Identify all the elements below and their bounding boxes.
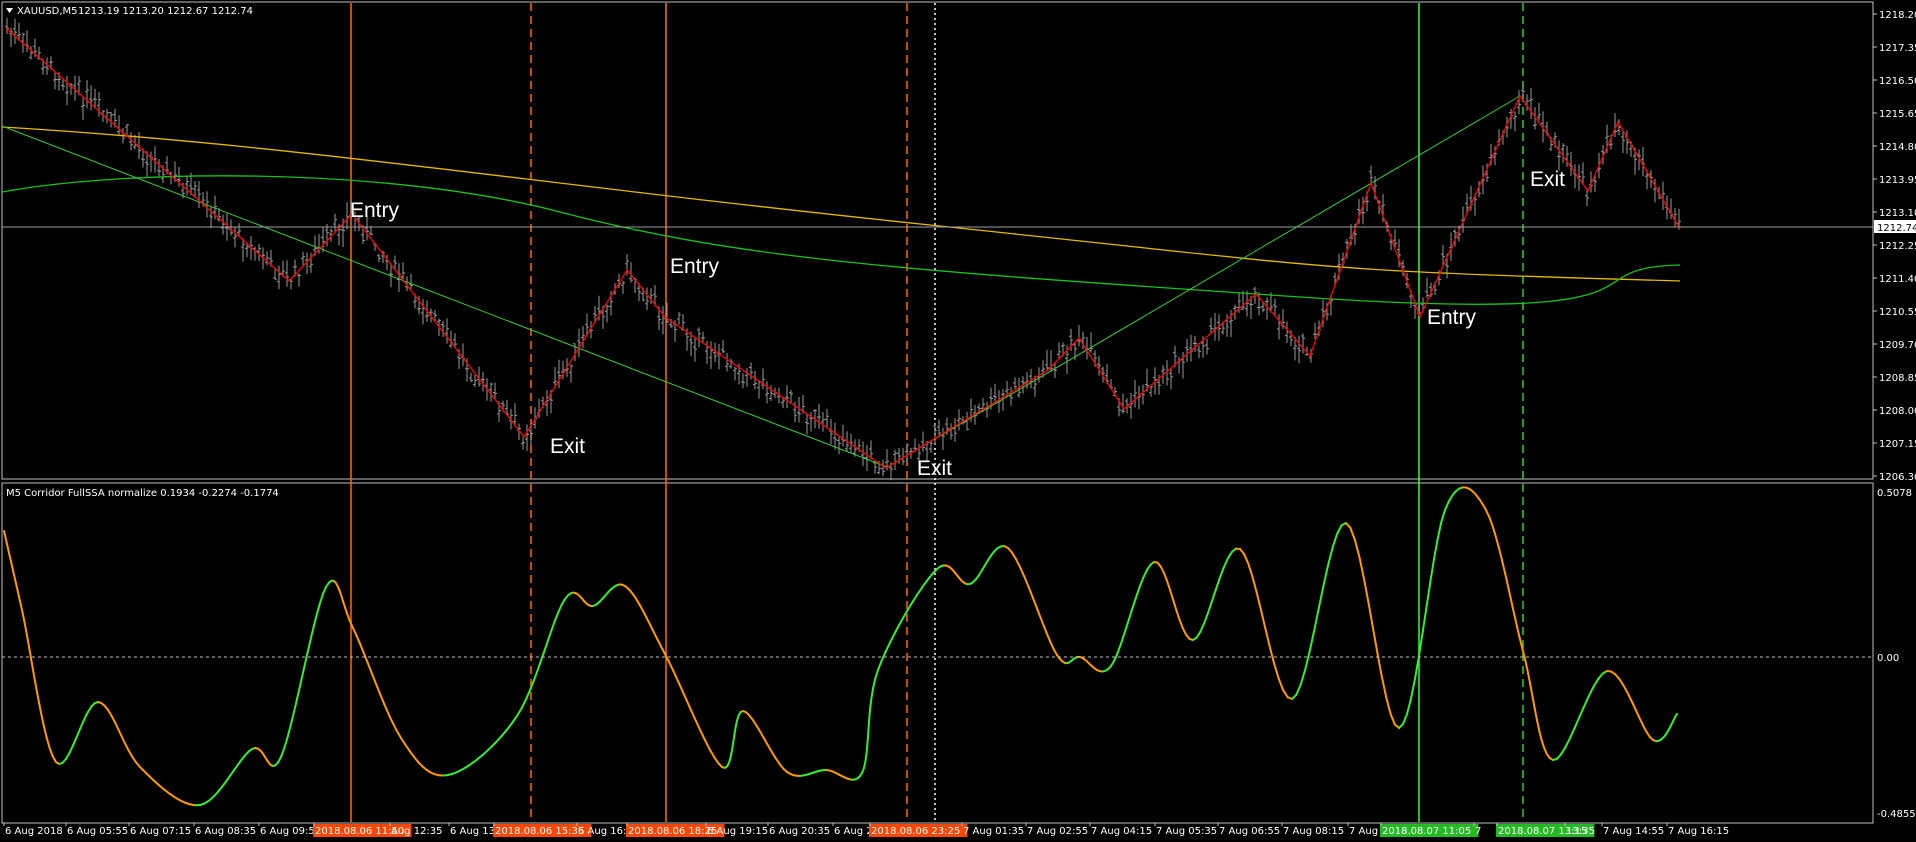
trading-chart[interactable]: XAUUSD,M5 1213.19 1213.20 1212.67 1212.7… [0, 0, 1916, 842]
indicator-axis-top: 0.5078 [1877, 488, 1912, 499]
price-tick-label: 1209.70 [1879, 340, 1916, 351]
price-tick-label: 1217.35 [1879, 43, 1916, 54]
price-tick-label: 1207.15 [1879, 439, 1916, 450]
price-axis: 1218.20 1217.35 1216.50 1215.65 1214.80 1213.… [1873, 10, 1916, 483]
time-marker-label: 2018.08.06 23:25 [871, 826, 960, 837]
symbol-label: XAUUSD,M5 [17, 6, 78, 17]
time-marker-label: 2018.08.07 11:05 [1382, 826, 1471, 837]
annotation-entry-3: Entry [1427, 306, 1477, 329]
oscillator-segment [866, 727, 870, 739]
time-tick-label: 6 Aug 05:55 [67, 826, 128, 837]
oscillator-segment [866, 736, 869, 748]
time-tick-label: 7 [1475, 826, 1481, 837]
oscillator-segment [733, 726, 737, 736]
price-tick-label: 1213.95 [1879, 175, 1916, 186]
oscillator-segment [868, 707, 872, 720]
time-tick-label: 6 Aug 07:15 [130, 826, 191, 837]
time-tick-label: 6 Aug 2018 [5, 826, 63, 837]
time-tick-label: Aug 12:35 [391, 826, 443, 837]
oscillator-segment [729, 748, 734, 758]
annotation-exit-3: Exit [1530, 168, 1565, 191]
price-tick-label: 1212.25 [1879, 241, 1916, 252]
time-tick-label: 7 Aug 16:15 [1668, 826, 1729, 837]
time-tick-label: 7 Aug 08:15 [1283, 826, 1344, 837]
time-tick-label: 7 Aug 04:15 [1091, 826, 1152, 837]
oscillator-segment [869, 697, 873, 710]
time-tick-label: 6 Aug 19:15 [707, 826, 768, 837]
oscillator-segment [867, 717, 871, 729]
time-tick-label: 6 Aug 20:35 [769, 826, 830, 837]
oscillator-segment [864, 753, 868, 763]
time-tick-label: 6 Aug 13: [450, 826, 498, 837]
ohlc-readout: 1213.19 1213.20 1212.67 1212.74 [78, 6, 253, 17]
price-tick-label: 1215.65 [1879, 109, 1916, 120]
price-tick-label: 1213.10 [1879, 208, 1916, 219]
price-tick-label: 1218.20 [1879, 10, 1916, 21]
price-tick-label: 1211.40 [1879, 274, 1916, 285]
indicator-title: M5 Corridor FullSSA normalize 0.1934 -0.… [6, 488, 279, 499]
oscillator-segment [732, 733, 736, 744]
time-tick-label: 13:35 [1566, 826, 1595, 837]
time-tick-label: 6 Aug 2 [834, 826, 873, 837]
time-tick-label: 7 Aug 14:55 [1603, 826, 1664, 837]
price-tick-label: 1208.00 [1879, 406, 1916, 417]
oscillator-segment [1674, 713, 1678, 717]
price-tick-label: 1216.50 [1879, 76, 1916, 87]
time-tick-label: 7 Aug 06:55 [1219, 826, 1280, 837]
time-tick-label: 6 Aug 09:55 [260, 826, 321, 837]
annotation-exit-1: Exit [550, 435, 585, 458]
indicator-axis-bottom: -0.4855 [1877, 809, 1916, 820]
time-marker-label: 2018.08.06 15:35 [495, 826, 584, 837]
time-marker-label: 2018.08.06 18:25 [628, 826, 717, 837]
annotation-entry-1: Entry [350, 199, 400, 222]
price-tick-label: 1214.80 [1879, 142, 1916, 153]
chart-background [0, 0, 1916, 842]
price-tick-label: 1206.30 [1879, 472, 1916, 483]
oscillator-segment [865, 745, 869, 756]
current-price-value: 1212.74 [1877, 223, 1916, 234]
time-tick-label: 7 Aug 05:35 [1156, 826, 1217, 837]
time-tick-label: 7 Aug 01:35 [963, 826, 1024, 837]
time-tick-label: 7 Aug 02:55 [1027, 826, 1088, 837]
price-tick-label: 1208.85 [1879, 373, 1916, 384]
time-tick-label: 6 Aug 08:35 [195, 826, 256, 837]
price-tick-label: 1210.55 [1879, 307, 1916, 318]
annotation-entry-2: Entry [670, 255, 720, 278]
annotation-exit-2: Exit [917, 457, 952, 480]
time-axis: 6 Aug 2018 6 Aug 05:55 6 Aug 07:15 6 Aug 08… [3, 823, 1729, 837]
indicator-axis-zero: 0.00 [1877, 653, 1899, 664]
oscillator-segment [731, 741, 735, 751]
